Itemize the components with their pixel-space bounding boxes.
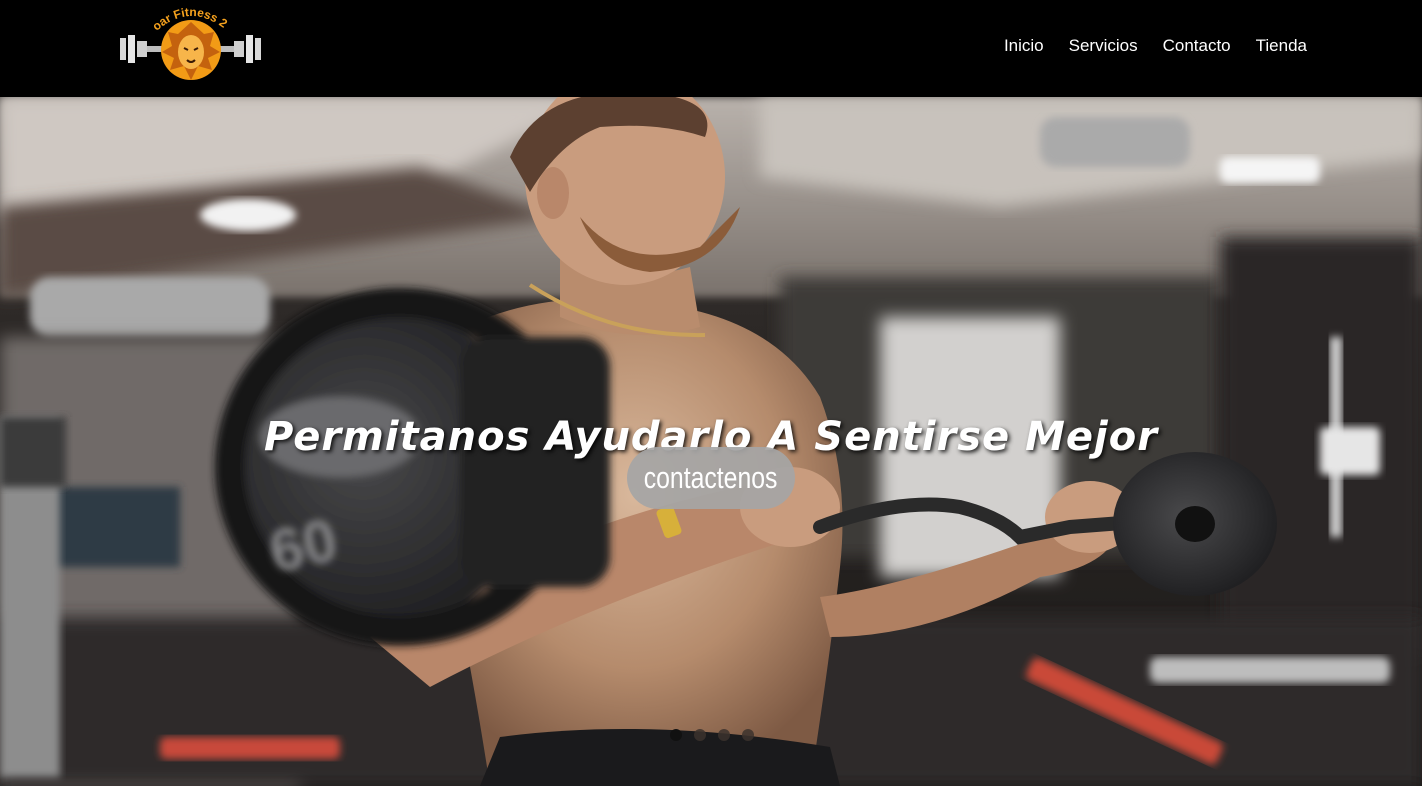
hero-carousel: 60 Permitanos Ayudarlo A Sentirse Mejor … [0,97,1422,786]
top-navbar: Roar Fitness 247 Inicio Servicios Contac… [0,0,1422,97]
nav-item-inicio[interactable]: Inicio [1004,36,1044,56]
roar-fitness-logo[interactable]: Roar Fitness 247 [114,0,264,86]
nav-item-servicios[interactable]: Servicios [1069,36,1138,56]
carousel-dot-2[interactable] [694,729,706,741]
carousel-indicators [670,729,754,741]
cta-label: contactenos [644,460,778,495]
nav-item-tienda[interactable]: Tienda [1256,36,1307,56]
main-navigation: Inicio Servicios Contacto Tienda [979,36,1307,56]
contact-cta-button[interactable]: contactenos [627,447,795,509]
carousel-dot-3[interactable] [718,729,730,741]
nav-item-contacto[interactable]: Contacto [1163,36,1231,56]
carousel-dot-1[interactable] [670,729,682,741]
carousel-dot-4[interactable] [742,729,754,741]
plate-weight-label: 60 [264,506,343,585]
